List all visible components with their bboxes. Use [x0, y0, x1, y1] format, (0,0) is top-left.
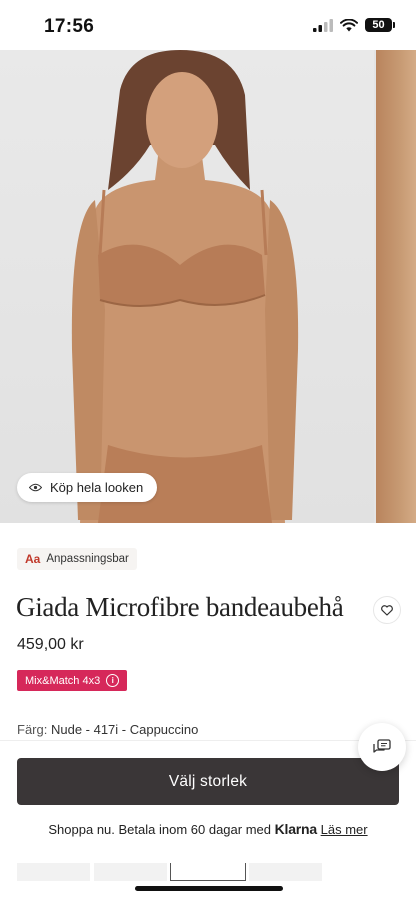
shop-the-look-button[interactable]: Köp hela looken	[17, 473, 158, 502]
shop-the-look-label: Köp hela looken	[50, 480, 144, 495]
status-time: 17:56	[44, 16, 95, 37]
klarna-text: Shoppa nu. Betala inom 60 dagar med	[48, 822, 271, 837]
product-image-carousel[interactable]: Köp hela looken	[0, 50, 416, 523]
heart-icon	[381, 604, 393, 616]
sticky-purchase-panel: Välj storlek Shoppa nu. Betala inom 60 d…	[0, 740, 416, 901]
klarna-logo: Klarna	[274, 821, 318, 837]
info-icon[interactable]: i	[106, 674, 120, 687]
status-icons: 50	[313, 18, 395, 32]
text-size-icon: Aa	[25, 552, 41, 566]
promo-label: Mix&Match 4x3	[25, 674, 101, 687]
product-image	[0, 50, 374, 523]
eye-icon	[29, 483, 42, 492]
klarna-read-more-link[interactable]: Läs mer	[321, 822, 368, 837]
chat-button[interactable]	[358, 723, 406, 771]
size-tab[interactable]	[249, 863, 322, 881]
battery-icon: 50	[365, 18, 395, 32]
color-label: Färg:	[17, 722, 48, 737]
product-price: 459,00 kr	[17, 636, 84, 653]
product-title: Giada Microfibre bandeaubehå	[16, 592, 344, 622]
klarna-message: Shoppa nu. Betala inom 60 dagar med Klar…	[0, 821, 416, 837]
signal-icon	[313, 18, 333, 32]
customizable-badge: Aa Anpassningsbar	[17, 548, 137, 570]
next-product-image[interactable]	[376, 50, 416, 523]
color-selection: Färg: Nude - 417i - Cappuccino	[17, 722, 198, 737]
size-tab[interactable]	[94, 863, 167, 881]
select-size-button[interactable]: Välj storlek	[17, 758, 399, 805]
size-tab[interactable]	[17, 863, 90, 881]
color-value: Nude - 417i - Cappuccino	[50, 722, 199, 737]
status-bar: 17:56 50	[0, 0, 416, 50]
wifi-icon	[340, 18, 358, 31]
size-tabs	[17, 863, 399, 881]
promo-badge[interactable]: Mix&Match 4x3 i	[17, 670, 128, 691]
model-illustration	[71, 50, 299, 523]
wishlist-button[interactable]	[373, 596, 401, 624]
chat-icon	[373, 739, 391, 753]
size-tab-selected[interactable]	[170, 863, 246, 881]
customizable-badge-label: Anpassningsbar	[46, 553, 129, 565]
home-indicator[interactable]	[135, 886, 283, 891]
